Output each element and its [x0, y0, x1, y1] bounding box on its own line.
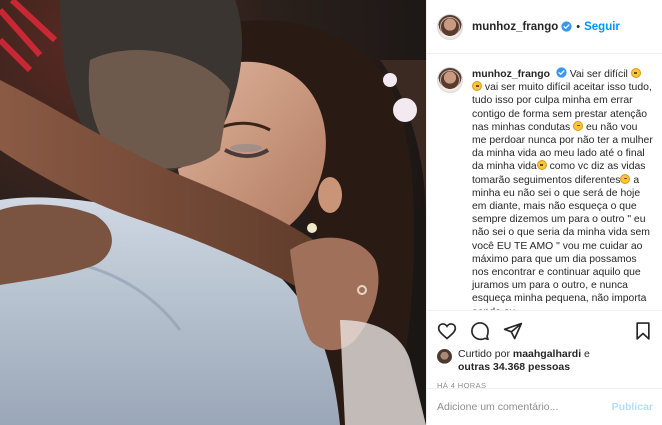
- post-photo-illustration: [0, 0, 426, 425]
- likes-summary: Curtido por maahgalhardi e outras 34.368…: [437, 348, 653, 374]
- comment-icon[interactable]: [470, 321, 490, 341]
- emoji-icon: [573, 120, 584, 131]
- verified-badge-icon: [561, 21, 572, 32]
- post-header: munhoz_frango • Seguir: [427, 0, 662, 54]
- caption-part: a minha eu não sei o que será de hoje em…: [472, 174, 650, 310]
- caption-part: Vai ser difícil: [569, 69, 631, 80]
- post-sidebar: munhoz_frango • Seguir munhoz_frango Vai…: [426, 0, 662, 425]
- emoji-icon: [620, 173, 631, 184]
- publish-button[interactable]: Publicar: [612, 401, 653, 413]
- header-separator: •: [576, 20, 581, 33]
- emoji-icon: [630, 68, 641, 78]
- share-icon[interactable]: [503, 321, 523, 341]
- post-photo[interactable]: [0, 0, 426, 425]
- caption-username[interactable]: munhoz_frango: [472, 69, 550, 80]
- emoji-icon: [536, 160, 547, 171]
- liker-username[interactable]: maahgalhardi: [513, 348, 581, 360]
- comment-form: Publicar: [427, 388, 662, 425]
- post-actions: Curtido por maahgalhardi e outras 34.368…: [427, 310, 662, 390]
- caption-text: munhoz_frango Vai ser difícil vai ser mu…: [472, 67, 653, 310]
- author-username[interactable]: munhoz_frango: [472, 21, 558, 33]
- author-avatar[interactable]: [437, 13, 463, 40]
- verified-badge-icon: [556, 67, 567, 78]
- caption-author-avatar[interactable]: [437, 67, 463, 93]
- follow-button[interactable]: Seguir: [584, 21, 620, 33]
- comment-input[interactable]: [437, 401, 612, 413]
- likes-text: Curtido por maahgalhardi e outras 34.368…: [458, 348, 590, 374]
- liker-avatar[interactable]: [437, 349, 452, 364]
- emoji-icon: [472, 81, 482, 92]
- heart-icon[interactable]: [437, 321, 457, 341]
- caption-comment: munhoz_frango Vai ser difícil vai ser mu…: [437, 67, 653, 310]
- caption-area: munhoz_frango Vai ser difícil vai ser mu…: [427, 55, 662, 310]
- likes-connector: e: [581, 348, 590, 360]
- action-icons: [437, 317, 653, 345]
- likes-prefix: Curtido por: [458, 348, 513, 360]
- bookmark-icon[interactable]: [633, 321, 653, 341]
- likes-count-link[interactable]: outras 34.368 pessoas: [458, 361, 570, 373]
